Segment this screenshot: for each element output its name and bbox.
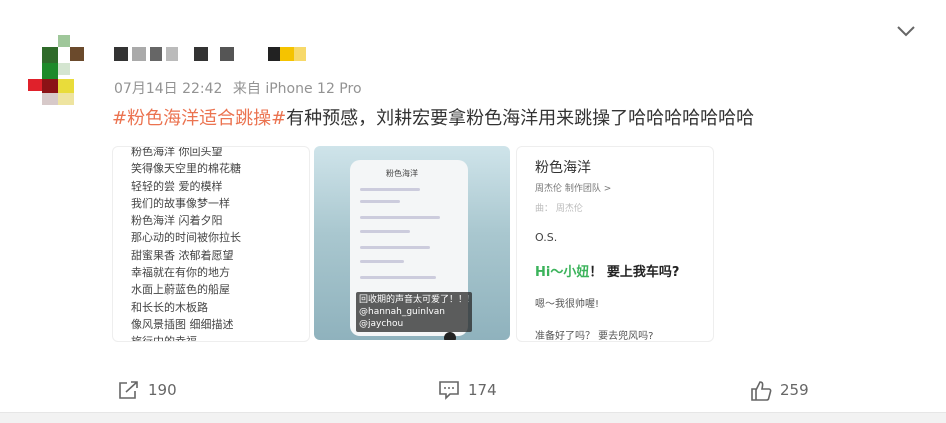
avatar[interactable] bbox=[28, 35, 92, 107]
image-song-page[interactable]: 粉色海洋 周杰伦 制作团队 > 曲： 周杰伦 O.S. Hi～小妞！ 要上我车吗… bbox=[516, 146, 714, 342]
weibo-post-card: 07月14日 22:42 来自 iPhone 12 Pro #粉色海洋适合跳操#… bbox=[0, 0, 946, 413]
song-artist: 周杰伦 制作团队 > bbox=[535, 184, 612, 194]
post-text: #粉色海洋适合跳操#有种预感，刘耕宏要拿粉色海洋用来跳操了哈哈哈哈哈哈哈 bbox=[112, 104, 754, 130]
song-hi-line: Hi～小妞！ 要上我车吗? bbox=[535, 265, 680, 280]
image-lyrics[interactable]: 粉色海洋 你回头望笑得像天空里的棉花糖 轻轻的尝 爱的模样 我们的故事像梦一样 粉色海… bbox=[112, 146, 310, 342]
phone-top-label: 粉色海洋 bbox=[386, 169, 418, 178]
lyric-line: 水面上蔚蓝色的船屋 bbox=[131, 283, 230, 297]
song-os: O.S. bbox=[535, 231, 558, 244]
comment-icon bbox=[439, 381, 459, 400]
share-icon bbox=[119, 381, 138, 399]
song-title: 粉色海洋 bbox=[535, 160, 591, 176]
lyric-line: 和长长的木板路 bbox=[131, 300, 208, 314]
like-count: 259 bbox=[780, 381, 809, 399]
hashtag-link[interactable]: #粉色海洋适合跳操# bbox=[112, 108, 286, 129]
lyric-line: 旅行中的幸福 bbox=[131, 335, 197, 342]
lyric-line: 笑得像天空里的棉花糖 bbox=[131, 162, 241, 176]
post-meta: 07月14日 22:42 来自 iPhone 12 Pro bbox=[114, 78, 368, 98]
lyrics-text: 粉色海洋 你回头望笑得像天空里的棉花糖 轻轻的尝 爱的模样 我们的故事像梦一样 粉色海… bbox=[131, 146, 241, 342]
lyric-line: 那心动的时间被你拉长 bbox=[131, 231, 241, 245]
post-source: 来自 iPhone 12 Pro bbox=[232, 81, 362, 97]
post-date[interactable]: 07月14日 22:42 bbox=[114, 81, 222, 97]
song-line-2: 准备好了吗？ 要去兜风吗? bbox=[535, 331, 654, 342]
comment-count: 174 bbox=[468, 381, 497, 399]
thumbs-up-icon bbox=[751, 381, 772, 401]
lyric-line: 甜蜜果香 浓郁着愿望 bbox=[131, 248, 234, 262]
lyric-line: 我们的故事像梦一样 bbox=[131, 196, 230, 210]
lyric-line: 粉色海洋 闪着夕阳 bbox=[131, 214, 223, 228]
song-line-1: 嗯～我很帅喔! bbox=[535, 299, 600, 310]
image-video-screenshot[interactable]: 粉色海洋 回收期的声音太可爱了！！！ @hannah_guinlvan @jay… bbox=[314, 146, 510, 340]
song-composer: 曲： 周杰伦 bbox=[535, 204, 583, 214]
lyric-line: 粉色海洋 你回头望 bbox=[131, 146, 223, 158]
lyric-line: 轻轻的尝 爱的模样 bbox=[131, 179, 223, 193]
play-icon bbox=[444, 332, 456, 340]
video-subtitle: 回收期的声音太可爱了！！！ @hannah_guinlvan @jaychou bbox=[356, 292, 472, 332]
lyric-line: 幸福就在有你的地方 bbox=[131, 266, 230, 280]
lyric-line: 像风景插图 细细描述 bbox=[131, 317, 234, 331]
share-count: 190 bbox=[148, 381, 177, 399]
post-body: 有种预感，刘耕宏要拿粉色海洋用来跳操了哈哈哈哈哈哈哈 bbox=[286, 108, 755, 129]
chevron-down-icon[interactable] bbox=[895, 22, 917, 40]
